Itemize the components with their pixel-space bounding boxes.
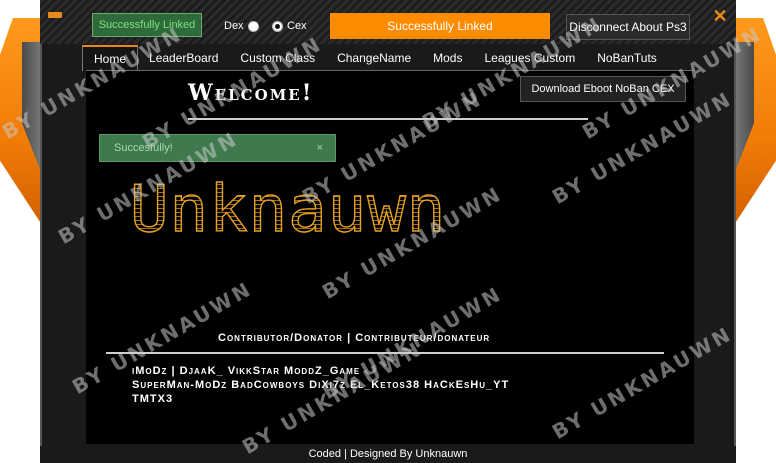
tab-bar: Home LeaderBoard Custom Class ChangeName… xyxy=(82,45,694,71)
success-toast: Succesfully! × xyxy=(99,134,336,162)
app-window: ✕ Successfully Linked Dex Cex Successful… xyxy=(0,0,776,463)
footer-credit: Coded | Designed By Unknauwn xyxy=(40,446,736,463)
toast-text: Succesfully! xyxy=(114,142,173,154)
contributors-title: Contributor/Donator | Contributeur/donat… xyxy=(218,332,491,344)
tab-mods[interactable]: Mods xyxy=(422,45,473,71)
contributors-divider xyxy=(106,352,664,354)
tab-leagues-custom[interactable]: Leagues Custom xyxy=(473,45,586,71)
close-icon[interactable]: ✕ xyxy=(712,7,728,25)
contributors-line-3: TMTX3 xyxy=(132,393,174,405)
minimize-icon[interactable] xyxy=(48,12,62,18)
tab-changename[interactable]: ChangeName xyxy=(326,45,422,71)
tab-custom-class[interactable]: Custom Class xyxy=(229,45,326,71)
welcome-heading: Welcome! xyxy=(188,80,314,106)
logo: Unknauwn xyxy=(129,173,510,247)
tab-nobantuts[interactable]: NoBanTuts xyxy=(586,45,668,71)
tab-home[interactable]: Home xyxy=(82,45,139,71)
radio-dex[interactable]: Dex xyxy=(224,20,259,32)
tab-leaderboard[interactable]: LeaderBoard xyxy=(138,45,229,71)
contributors-line-2: SuperMan-MoDz BadCowboys DiXi7z El_Ketos… xyxy=(132,379,510,391)
contributors-line-1: iMoDz | DjaaK_ VikkStar ModdZ_Game xyxy=(132,365,361,377)
contributors-list: iMoDz | DjaaK_ VikkStar ModdZ_Game Super… xyxy=(132,364,672,406)
link-status-label: Successfully Linked xyxy=(92,13,202,37)
radio-cex[interactable]: Cex xyxy=(272,20,307,32)
download-eboot-button[interactable]: Download Eboot NoBan CEX xyxy=(520,76,686,102)
welcome-divider xyxy=(188,118,588,120)
disconnect-button[interactable]: Disconnect About Ps3 xyxy=(566,14,690,40)
logo-text: Unknauwn xyxy=(129,173,447,247)
radio-dex-circle[interactable] xyxy=(247,20,259,32)
radio-cex-circle[interactable] xyxy=(272,20,283,32)
toast-close-icon[interactable]: × xyxy=(317,135,323,161)
linked-banner: Successfully Linked xyxy=(330,13,550,39)
radio-dex-label: Dex xyxy=(224,20,244,32)
radio-cex-label: Cex xyxy=(287,20,307,32)
